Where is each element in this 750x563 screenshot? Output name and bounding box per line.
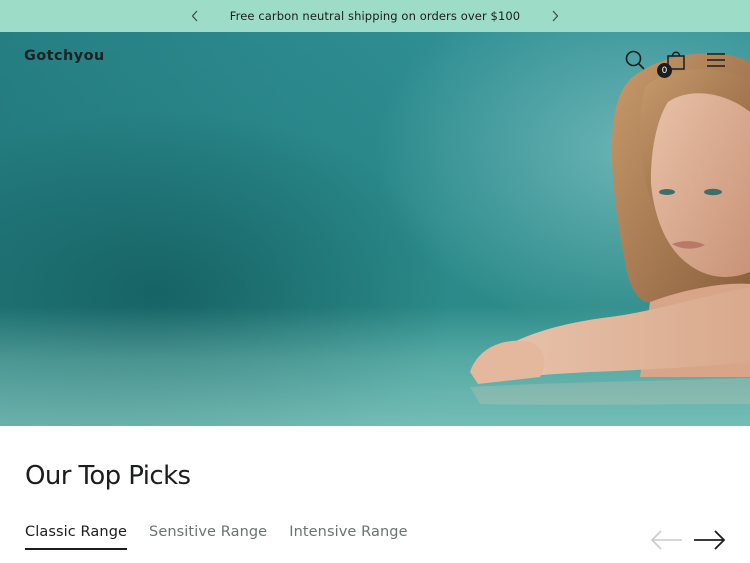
tab-sensitive-range[interactable]: Sensitive Range: [149, 524, 267, 550]
slider-next-button[interactable]: [692, 526, 726, 554]
announcement-next-button[interactable]: [546, 7, 564, 25]
search-icon: [625, 50, 645, 70]
search-button[interactable]: [623, 48, 647, 72]
menu-button[interactable]: [704, 48, 728, 72]
chevron-right-icon: [552, 10, 559, 22]
range-tabs: Classic Range Sensitive Range Intensive …: [25, 524, 430, 550]
slider-prev-button[interactable]: [650, 526, 684, 554]
announcement-bar: Free carbon neutral shipping on orders o…: [0, 0, 750, 32]
hero-woman-image: [470, 53, 750, 405]
announcement-text: Free carbon neutral shipping on orders o…: [229, 9, 521, 23]
cart-count-badge: 0: [657, 63, 672, 78]
arrow-right-icon: [694, 530, 726, 550]
tab-intensive-range[interactable]: Intensive Range: [289, 524, 407, 550]
hero-banner: [0, 32, 750, 426]
site-logo[interactable]: Gotchyou: [24, 48, 105, 64]
announcement-prev-button[interactable]: [186, 7, 204, 25]
arrow-left-icon: [650, 530, 682, 550]
section-title: Our Top Picks: [25, 461, 191, 491]
chevron-left-icon: [191, 10, 198, 22]
tab-classic-range[interactable]: Classic Range: [25, 524, 128, 550]
hamburger-menu-icon: [707, 53, 725, 67]
